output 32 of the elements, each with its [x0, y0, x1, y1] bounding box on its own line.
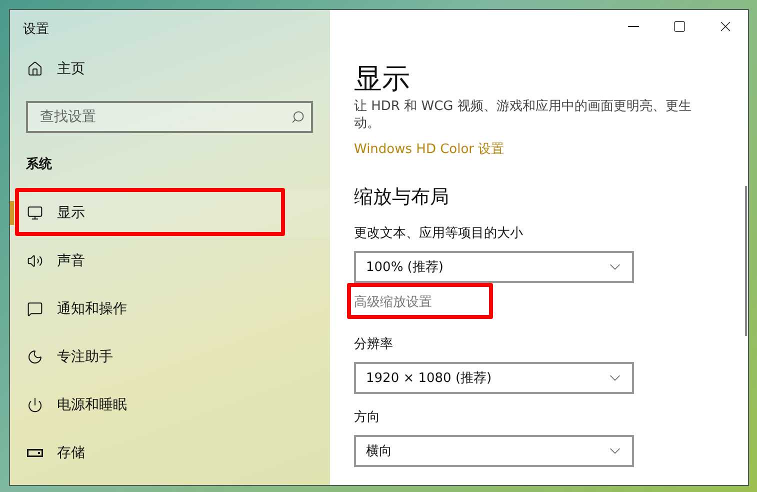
window-title: 设置 — [22, 21, 50, 39]
power-icon — [27, 397, 43, 413]
dropdown[interactable]: 100% (推荐) — [354, 251, 634, 283]
setting-label: 分辨率 — [354, 336, 394, 353]
sidebar-item[interactable]: 电源和睡眠 — [10, 381, 330, 429]
setting-label: 更改文本、应用等项目的大小 — [354, 225, 524, 242]
page-title: 显示 — [354, 62, 411, 96]
sidebar-item[interactable]: 声音 — [10, 237, 330, 285]
maximize-icon — [672, 20, 686, 32]
storage-drive-icon — [27, 449, 43, 457]
home-nav-item[interactable]: 主页 — [10, 50, 330, 88]
home-icon — [27, 61, 43, 77]
section-heading: 缩放与布局 — [354, 185, 450, 210]
dropdown[interactable]: 横向 — [354, 435, 634, 467]
setting-label: 方向 — [354, 409, 381, 426]
section-label: 系统 — [25, 156, 53, 174]
search-field[interactable]: 查找设置 — [26, 101, 313, 133]
monitor-icon — [27, 205, 43, 221]
selection-indicator — [10, 201, 14, 225]
dropdown[interactable]: 1920 × 1080 (推荐) — [354, 362, 634, 394]
scrollbar[interactable] — [745, 186, 747, 336]
sidebar-item[interactable]: 存储 — [10, 429, 330, 477]
sidebar-item[interactable]: 通知和操作 — [10, 285, 330, 333]
advanced-scaling-link[interactable]: 高级缩放设置 — [354, 293, 432, 311]
moon-icon — [27, 349, 43, 365]
sidebar-item[interactable]: 专注助手 — [10, 333, 330, 381]
search-input[interactable]: 查找设置 — [38, 108, 262, 126]
speech-bubble-icon — [27, 301, 43, 317]
search-icon — [291, 110, 305, 124]
description-text: 让 HDR 和 WCG 视频、游戏和应用中的画面更明亮、更生动。 — [354, 98, 692, 132]
speaker-icon — [27, 253, 43, 269]
sidebar-item[interactable]: 显示 — [10, 189, 330, 237]
